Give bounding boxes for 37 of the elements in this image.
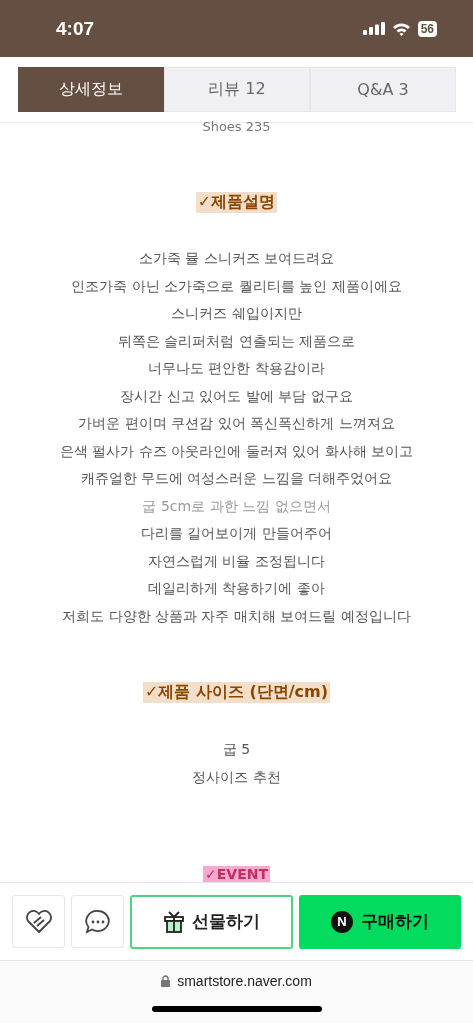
caption-text: Shoes 235 <box>202 119 271 134</box>
description-line: 자연스럽게 비율 조정됩니다 <box>148 551 325 571</box>
description-line: 굽 5 <box>222 740 251 759</box>
buy-button[interactable]: N 구매하기 <box>299 894 461 949</box>
description-line: 캐쥬얼한 무드에 여성스러운 느낌을 더해주었어요 <box>80 469 393 488</box>
description-line: 정사이즈 추천 <box>192 768 281 787</box>
gift-button[interactable]: 선물하기 <box>130 894 293 949</box>
description-line: 장시간 신고 있어도 발에 부담 없구요 <box>120 386 353 406</box>
description-line: 가벼운 편이며 쿠션감 있어 폭신폭신하게 느껴져요 <box>78 414 395 433</box>
tab[interactable]: 상세정보 <box>18 67 164 112</box>
battery-indicator: 56 <box>417 20 437 37</box>
lock-icon <box>161 975 171 987</box>
wifi-icon <box>391 21 411 36</box>
description-line: 소가죽 뮬 스니커즈 보여드려요 <box>138 249 335 268</box>
status-time: 4:07 <box>56 17 95 40</box>
description-line: 데일리하게 착용하기에 좋아 <box>148 579 325 598</box>
description-line: 인조가죽 아닌 소가죽으로 퀄리티를 높인 제품이에요 <box>71 276 402 296</box>
description-line: 저희도 다양한 상품과 자주 매치해 보여드릴 예정입니다 <box>62 606 411 626</box>
gift-icon <box>163 910 184 933</box>
description-line: 다리를 길어보이게 만들어주어 <box>141 524 332 543</box>
section-heading: ✓제품 사이즈 (단면/cm) <box>142 682 331 703</box>
tab[interactable]: 리뷰 12 <box>164 67 310 112</box>
description-line: 뒤쪽은 슬리퍼처럼 연출되는 제품으로 <box>117 331 356 351</box>
description-line: 스니커즈 쉐입이지만 <box>171 304 302 323</box>
chat-icon <box>83 907 112 936</box>
description-line: 굽 5cm로 과한 느낌 없으면서 <box>142 496 331 516</box>
wishlist-button[interactable] <box>12 895 65 948</box>
section-heading: ✓제품설명 <box>195 192 278 213</box>
signal-icon <box>362 22 385 35</box>
chat-button[interactable] <box>71 895 124 948</box>
description-line: 은색 펄사가 슈즈 아웃라인에 둘러져 있어 화사해 보이고 <box>59 441 414 461</box>
naver-logo: N <box>331 910 353 933</box>
heart-icon <box>24 909 53 934</box>
url-text[interactable]: smartstore.naver.com <box>177 973 312 989</box>
event-label: ✓EVENT <box>203 866 270 882</box>
tab[interactable]: Q&A 3 <box>310 67 456 112</box>
description-line: 너무나도 편안한 착용감이라 <box>148 359 325 378</box>
